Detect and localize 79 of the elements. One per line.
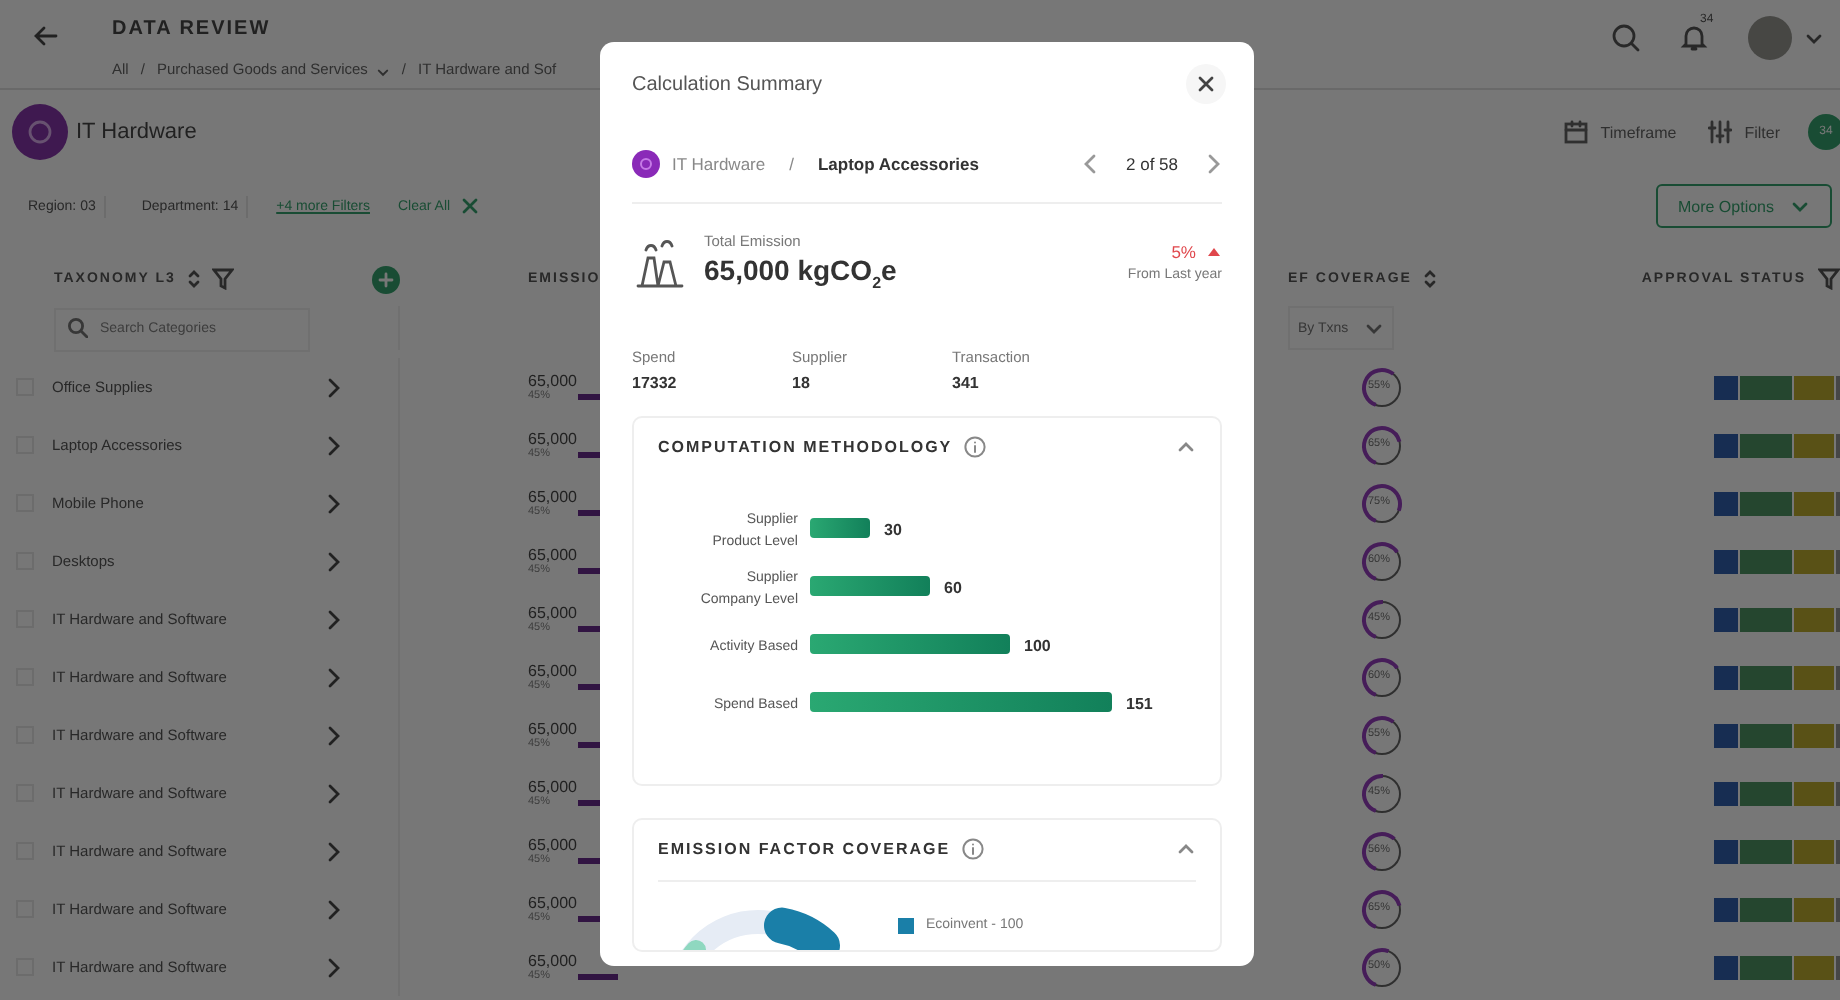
add-icon[interactable]: [372, 266, 400, 294]
chevron-right-icon[interactable]: [326, 551, 342, 571]
total-emission-value: 65,000 kgCO$_{2}$e: [704, 254, 897, 292]
emission-value: 65,000: [528, 662, 577, 680]
back-arrow-icon[interactable]: [34, 26, 58, 46]
stat-value: 17332: [632, 373, 679, 392]
chart-bar: [810, 517, 870, 538]
breadcrumb-separator: /: [789, 154, 794, 174]
emission-value: 65,000: [528, 546, 577, 564]
sliders-icon: [1708, 120, 1733, 144]
bell-icon[interactable]: [1680, 24, 1708, 52]
chevron-right-icon[interactable]: [326, 667, 342, 687]
emission-value: 65,000: [528, 894, 577, 912]
chevron-left-icon[interactable]: [1082, 154, 1098, 174]
emission-value: 65,000: [528, 836, 577, 854]
category-title: IT Hardware: [76, 120, 197, 144]
avatar[interactable]: [1748, 16, 1792, 60]
chevron-right-icon[interactable]: [326, 609, 342, 629]
approval-status-drawing: [1714, 433, 1840, 457]
approval-status-drawing: [1714, 549, 1840, 573]
filter-button[interactable]: Filter: [1704, 116, 1784, 148]
search-icon: [68, 318, 88, 338]
card-title: COMPUTATION METHODOLOGY: [658, 438, 953, 457]
approval-status-drawing: [1714, 723, 1840, 747]
chart-bar: [810, 575, 930, 596]
approval-status-drawing: [1714, 955, 1840, 979]
card-title: EMISSION FACTOR COVERAGE: [658, 840, 951, 859]
breadcrumb-current: Laptop Accessories: [817, 154, 979, 174]
stat-value: 341: [952, 373, 981, 392]
page-heading: DATA REVIEW: [112, 18, 273, 40]
pager-count: 2 of 58: [1126, 154, 1178, 174]
close-icon: [462, 198, 479, 214]
change-percent: 5%: [1171, 241, 1196, 262]
chevron-right-icon[interactable]: [326, 957, 342, 977]
chevron-right-icon[interactable]: [326, 783, 342, 803]
modal-title: Calculation Summary: [632, 73, 823, 95]
category-logo-icon: [632, 150, 660, 178]
triangle-up-icon: [1206, 245, 1222, 258]
breadcrumb-link[interactable]: IT Hardware: [672, 154, 766, 174]
chevron-right-icon[interactable]: [326, 377, 342, 397]
emission-bar: [578, 973, 619, 979]
chevron-right-icon[interactable]: [326, 899, 342, 919]
approval-status-drawing: [1714, 665, 1840, 689]
emission-value: 65,000: [528, 604, 577, 622]
stat-value: 18: [792, 373, 812, 392]
emission-value: 65,000: [528, 778, 577, 796]
approval-status-drawing: [1714, 607, 1840, 631]
category-logo-icon: [12, 104, 68, 160]
chevron-right-icon[interactable]: [326, 841, 342, 861]
bar-value-label: 151: [1126, 694, 1153, 713]
approval-status-drawing: [1714, 897, 1840, 921]
chevron-right-icon[interactable]: [326, 493, 342, 513]
emission-value: 65,000: [528, 720, 577, 738]
bar-value-label: 100: [1024, 636, 1051, 655]
sort-icon[interactable]: [187, 269, 200, 287]
chevron-right-icon[interactable]: [326, 725, 342, 745]
approval-status-drawing: [1714, 781, 1840, 805]
search-icon[interactable]: [1612, 24, 1640, 52]
sort-icon[interactable]: [1423, 269, 1436, 287]
emission-value: 65,000: [528, 952, 577, 970]
calendar-icon: [1564, 120, 1589, 144]
emission-value: 65,000: [528, 430, 577, 448]
info-icon[interactable]: [964, 436, 987, 459]
more-options-button[interactable]: More Options: [1655, 184, 1832, 228]
close-icon: [1198, 76, 1214, 92]
filter-icon[interactable]: [1818, 267, 1840, 289]
timeframe-button[interactable]: Timeframe: [1560, 116, 1681, 148]
chevron-right-icon[interactable]: [1206, 154, 1222, 174]
chevron-right-icon[interactable]: [326, 435, 342, 455]
filter-icon[interactable]: [211, 267, 234, 289]
emission-value: 65,000: [528, 488, 577, 506]
bar-value-label: 30: [884, 520, 902, 539]
approval-status-drawing: [1714, 375, 1840, 399]
approval-status-drawing: [1714, 839, 1840, 863]
approval-status-drawing: [1714, 491, 1840, 515]
bar-value-label: 60: [944, 578, 962, 597]
close-button[interactable]: [1186, 64, 1226, 104]
info-icon[interactable]: [962, 838, 985, 861]
emission-value: 65,000: [528, 372, 577, 390]
